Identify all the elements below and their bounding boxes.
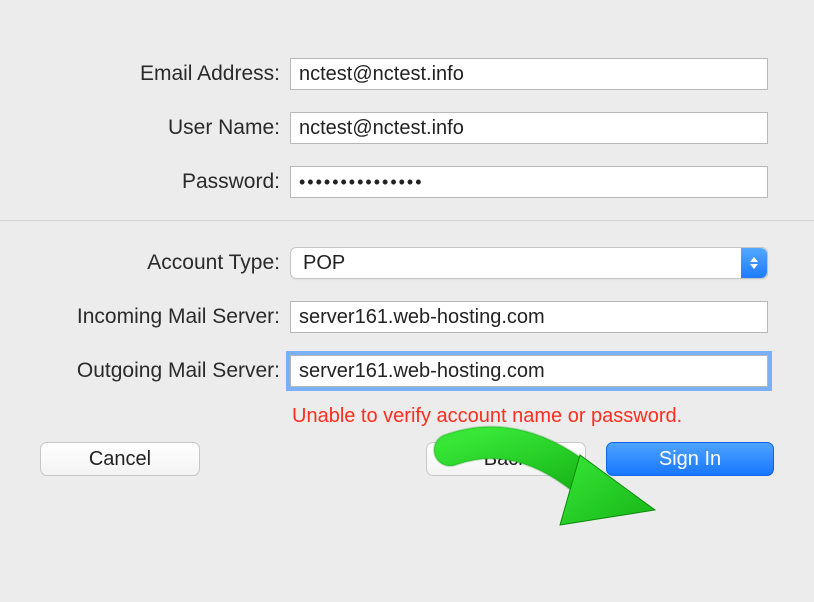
row-password: Password: [0, 166, 814, 198]
outgoing-server-field[interactable] [290, 355, 768, 387]
account-type-select[interactable]: POP [290, 247, 768, 279]
password-label: Password: [0, 170, 290, 194]
row-email: Email Address: [0, 58, 814, 90]
username-field[interactable] [290, 112, 768, 144]
error-message: Unable to verify account name or passwor… [292, 405, 814, 428]
cancel-button[interactable]: Cancel [40, 442, 200, 476]
section-divider [0, 220, 814, 221]
account-type-label: Account Type: [0, 251, 290, 275]
incoming-label: Incoming Mail Server: [0, 305, 290, 329]
mail-account-form: Email Address: User Name: Password: Acco… [0, 0, 814, 476]
email-field[interactable] [290, 58, 768, 90]
chevron-up-down-icon [741, 248, 767, 278]
row-username: User Name: [0, 112, 814, 144]
row-account-type: Account Type: POP [0, 247, 814, 279]
incoming-server-field[interactable] [290, 301, 768, 333]
row-outgoing: Outgoing Mail Server: [0, 355, 814, 387]
outgoing-label: Outgoing Mail Server: [0, 359, 290, 383]
email-label: Email Address: [0, 62, 290, 86]
button-row: Cancel Back Sign In [0, 442, 814, 476]
signin-button[interactable]: Sign In [606, 442, 774, 476]
back-button[interactable]: Back [426, 442, 586, 476]
row-incoming: Incoming Mail Server: [0, 301, 814, 333]
username-label: User Name: [0, 116, 290, 140]
account-type-value: POP [303, 252, 345, 275]
password-field[interactable] [290, 166, 768, 198]
